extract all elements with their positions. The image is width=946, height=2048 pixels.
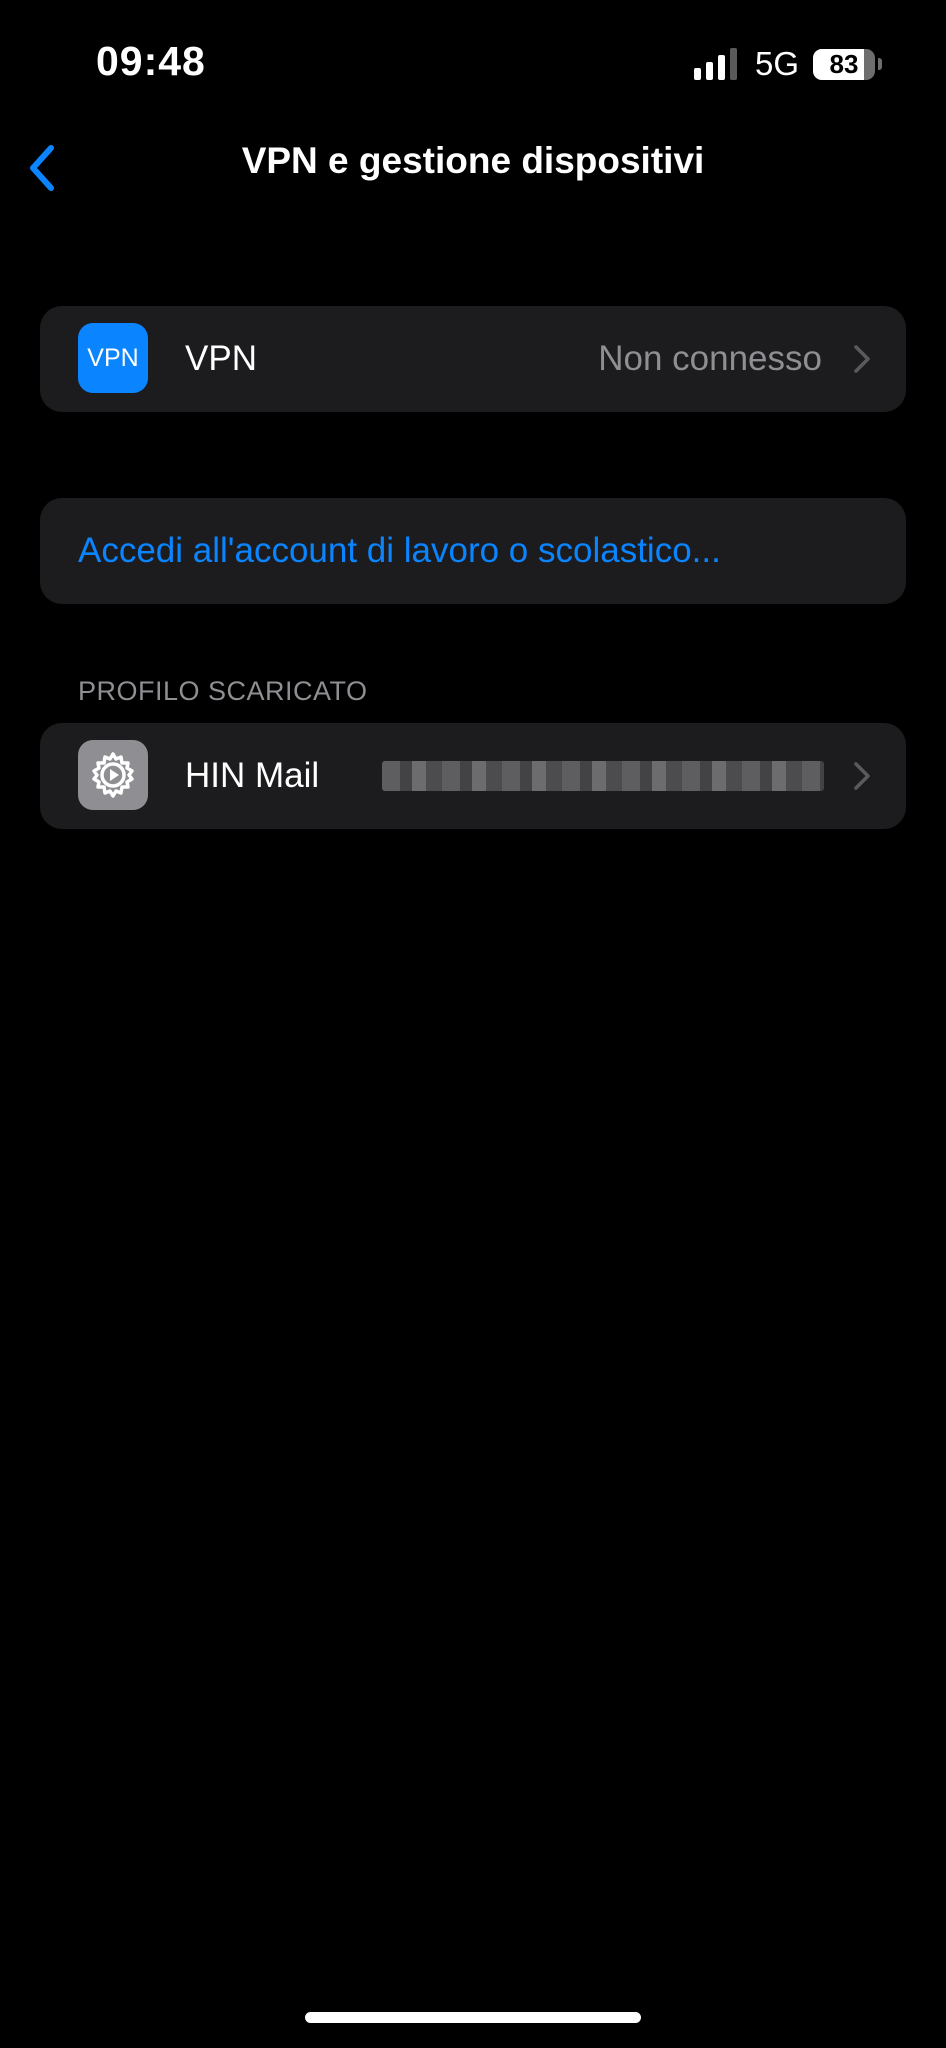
- redacted-text: [382, 761, 824, 791]
- battery-percentage: 83: [829, 48, 859, 79]
- vpn-status: Non connesso: [598, 339, 822, 378]
- vpn-icon: VPN: [78, 323, 148, 393]
- navigation-bar: VPN e gestione dispositivi: [0, 128, 946, 208]
- home-indicator[interactable]: [305, 2012, 641, 2023]
- chevron-right-icon: [854, 762, 870, 790]
- status-bar: 09:48 5G 83: [0, 0, 946, 120]
- profile-label: HIN Mail: [185, 756, 320, 795]
- vpn-group: VPN VPN Non connesso: [40, 306, 906, 412]
- battery-icon: 83: [813, 48, 882, 80]
- profile-icon: [78, 740, 148, 810]
- chevron-right-icon: [854, 345, 870, 373]
- vpn-row[interactable]: VPN VPN Non connesso: [40, 306, 906, 412]
- vpn-icon-label: VPN: [87, 343, 139, 372]
- sign-in-account-link[interactable]: Accedi all'account di lavoro o scolastic…: [78, 531, 721, 571]
- account-group: Accedi all'account di lavoro o scolastic…: [40, 498, 906, 604]
- section-header-downloaded-profile: PROFILO SCARICATO: [78, 676, 368, 706]
- profile-group: HIN Mail: [40, 723, 906, 829]
- vpn-label: VPN: [185, 339, 257, 378]
- gear-icon: [92, 752, 134, 798]
- sign-in-account-row[interactable]: Accedi all'account di lavoro o scolastic…: [40, 498, 906, 604]
- status-indicators: 5G 83: [693, 44, 882, 84]
- profile-row[interactable]: HIN Mail: [40, 723, 906, 829]
- page-title: VPN e gestione dispositivi: [241, 140, 705, 181]
- status-time: 09:48: [96, 38, 206, 84]
- cellular-signal-icon: [693, 48, 737, 80]
- network-type: 5G: [754, 45, 799, 82]
